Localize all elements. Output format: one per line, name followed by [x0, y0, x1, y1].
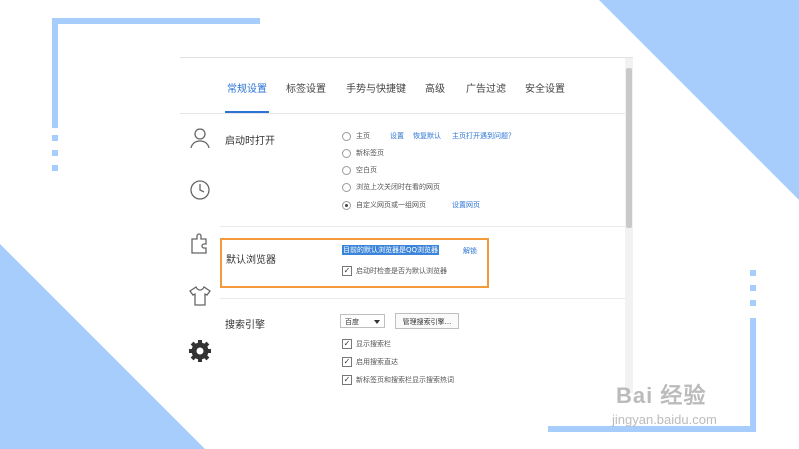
default-browser-title: 默认浏览器 — [226, 255, 276, 266]
tab-gestures[interactable]: 手势与快捷键 — [346, 80, 406, 95]
tab-general[interactable]: 常规设置 — [225, 80, 269, 113]
radio-new-tab[interactable] — [342, 149, 351, 158]
checkbox-show-search[interactable]: ✓ — [342, 339, 352, 349]
radio-custom-pages[interactable] — [342, 201, 351, 210]
checkbox-search-direct[interactable]: ✓ — [342, 357, 352, 367]
option-last-session-label: 浏览上次关闭时在看的网页 — [356, 183, 440, 191]
link-home-problem[interactable]: 主页打开遇到问题？ — [452, 131, 515, 141]
tab-tabs[interactable]: 标签设置 — [286, 80, 326, 95]
browser-settings-screenshot: 常规设置 标签设置 手势与快捷键 高级 广告过滤 安全设置 启动时打开 主页 设… — [180, 57, 633, 393]
check-default-label: 启动时检查是否为默认浏览器 — [356, 267, 447, 275]
search-engine-value: 百度 — [345, 318, 359, 326]
radio-home[interactable] — [342, 132, 351, 141]
shirt-icon[interactable] — [188, 284, 212, 308]
chevron-down-icon — [374, 320, 380, 324]
dots-left — [52, 135, 58, 180]
tab-security[interactable]: 安全设置 — [525, 80, 565, 95]
frame-bar-top — [52, 18, 260, 24]
show-search-label: 显示搜索栏 — [356, 340, 391, 348]
corner-triangle-bottom-left — [0, 244, 205, 449]
checkbox-hot-words[interactable]: ✓ — [342, 375, 352, 385]
manage-search-engines-button[interactable]: 管理搜索引擎... — [395, 313, 459, 329]
divider — [220, 298, 625, 299]
link-restore-default[interactable]: 恢复默认 — [413, 131, 441, 141]
radio-blank[interactable] — [342, 166, 351, 175]
hot-words-label: 新标签页和搜索栏显示搜索热词 — [356, 376, 454, 384]
default-browser-status: 目前的默认浏览器是QQ浏览器 — [342, 245, 440, 255]
settings-tabs: 常规设置 标签设置 手势与快捷键 高级 广告过滤 安全设置 — [180, 58, 625, 114]
watermark-logo: Bai 经验 — [616, 383, 707, 408]
option-home-label: 主页 — [356, 132, 370, 140]
puzzle-icon[interactable] — [188, 231, 212, 255]
scrollbar-thumb[interactable] — [626, 68, 632, 228]
watermark-url: jingyan.baidu.com — [612, 412, 717, 427]
search-engine-select[interactable]: 百度 — [340, 314, 385, 328]
watermark: Bai 经验 jingyan.baidu.com — [610, 360, 760, 435]
radio-last-session[interactable] — [342, 183, 351, 192]
link-set-home[interactable]: 设置 — [390, 131, 404, 141]
option-custom-pages-label: 自定义网页或一组网页 — [356, 201, 426, 209]
option-new-tab-label: 新标签页 — [356, 149, 384, 157]
tab-advanced[interactable]: 高级 — [425, 80, 445, 95]
search-title: 搜索引擎 — [225, 320, 265, 331]
clock-icon[interactable] — [188, 178, 212, 202]
frame-bar-left — [52, 18, 58, 128]
startup-title: 启动时打开 — [225, 136, 275, 147]
scrollbar[interactable] — [625, 58, 633, 393]
gear-icon[interactable] — [188, 339, 212, 363]
link-set-pages[interactable]: 设置网页 — [452, 200, 480, 210]
option-blank-label: 空白页 — [356, 166, 377, 174]
search-direct-label: 启用搜索直达 — [356, 358, 398, 366]
tab-adblock[interactable]: 广告过滤 — [466, 80, 506, 95]
checkbox-check-default[interactable]: ✓ — [342, 266, 352, 276]
dots-right — [750, 270, 756, 315]
divider — [220, 226, 625, 227]
user-icon[interactable] — [188, 126, 212, 150]
link-unbind[interactable]: 解锁 — [463, 246, 477, 256]
